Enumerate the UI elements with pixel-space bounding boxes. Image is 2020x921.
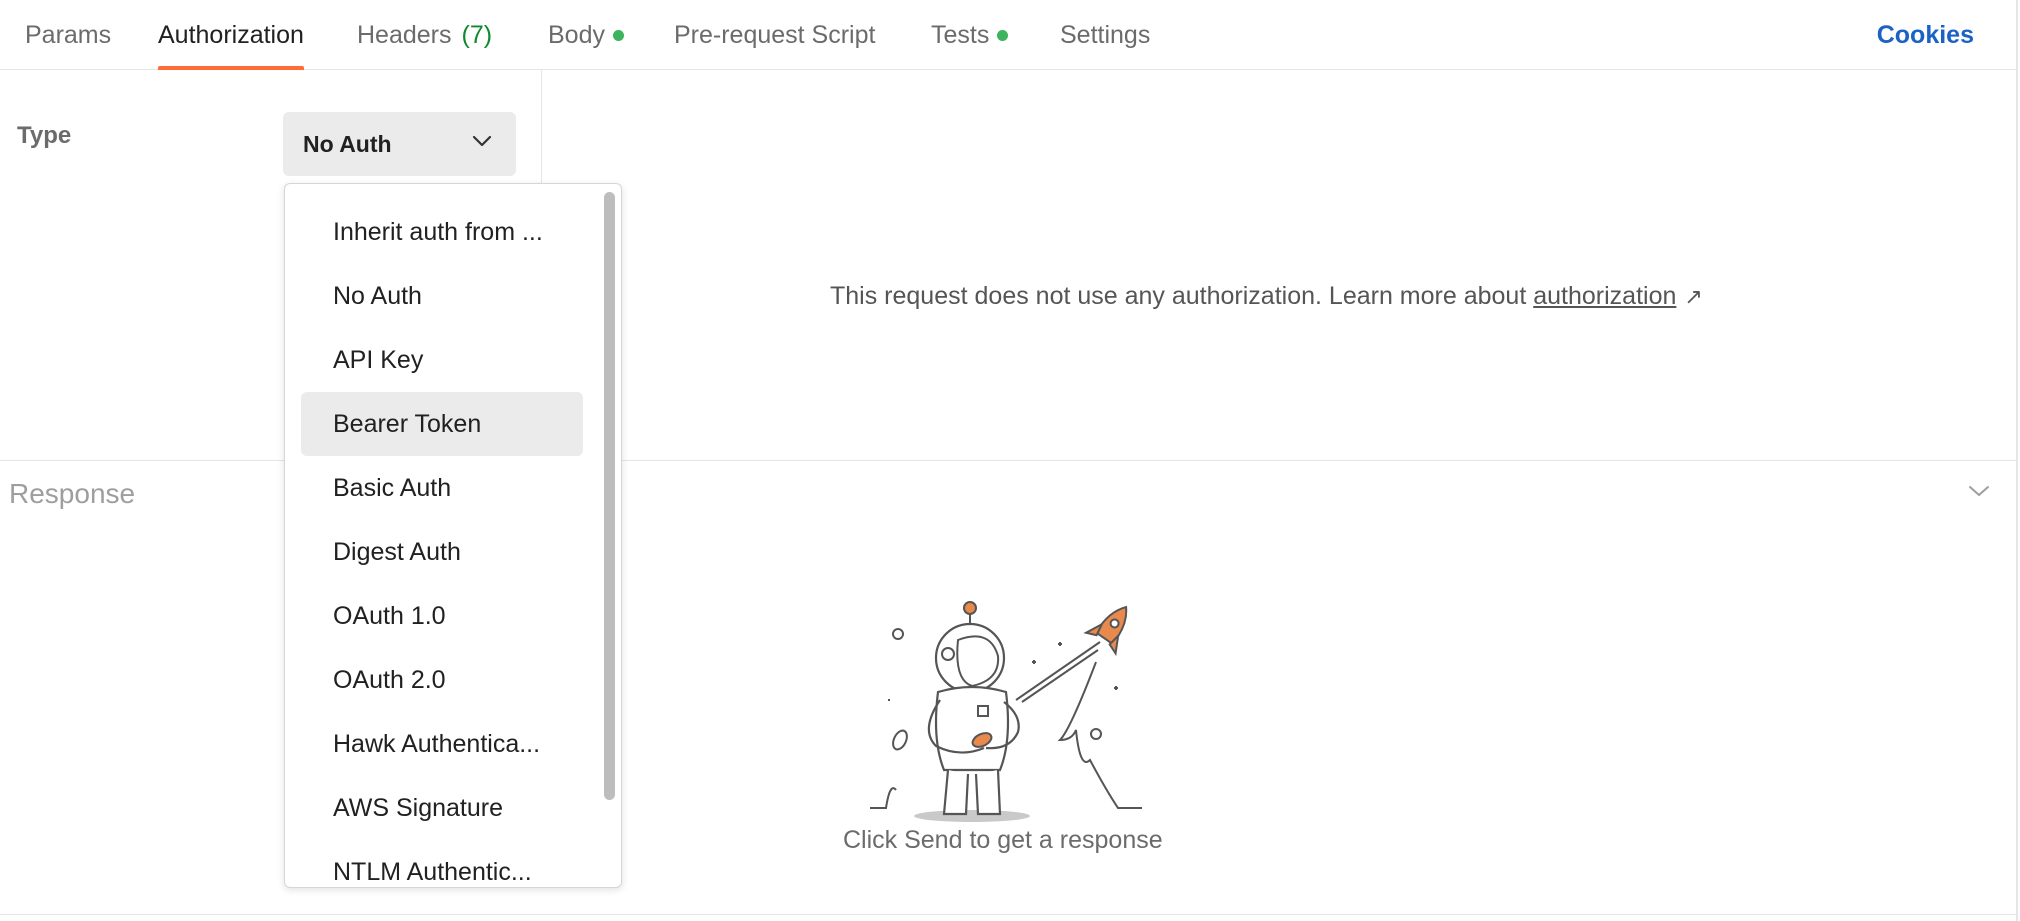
tab-tests[interactable]: Tests bbox=[931, 0, 1009, 70]
tab-label: Body bbox=[548, 20, 605, 49]
tab-authorization[interactable]: Authorization bbox=[158, 0, 304, 70]
response-empty-message: Click Send to get a response bbox=[843, 826, 1163, 854]
external-arrow-icon: ↗ bbox=[1684, 284, 1703, 309]
auth-type-option[interactable]: OAuth 1.0 bbox=[301, 584, 583, 648]
astronaut-rocket-illustration bbox=[870, 601, 1142, 822]
tab-label: Headers bbox=[357, 20, 452, 49]
auth-type-option[interactable]: NTLM Authentic... bbox=[301, 840, 583, 887]
auth-type-option[interactable]: Bearer Token bbox=[301, 392, 583, 456]
tab-pre-request-script[interactable]: Pre-request Script bbox=[674, 0, 875, 70]
auth-type-options-list: Inherit auth from ... No Auth API Key Beare… bbox=[301, 200, 583, 887]
dropdown-scrollbar[interactable] bbox=[604, 192, 615, 800]
auth-type-label: Type bbox=[17, 122, 72, 149]
modified-dot-icon bbox=[997, 29, 1009, 41]
response-heading: Response bbox=[9, 478, 136, 509]
authorization-docs-link[interactable]: authorization bbox=[1533, 282, 1676, 310]
tab-label: Pre-request Script bbox=[674, 20, 876, 49]
tab-settings[interactable]: Settings bbox=[1060, 0, 1150, 70]
auth-type-dropdown-menu: Inherit auth from ... No Auth API Key Beare… bbox=[284, 183, 622, 888]
tab-label: Settings bbox=[1060, 20, 1151, 49]
auth-type-option[interactable]: Hawk Authentica... bbox=[301, 712, 583, 776]
auth-type-option[interactable]: Inherit auth from ... bbox=[301, 200, 583, 264]
headers-count: (7) bbox=[461, 20, 493, 49]
auth-info-text: This request does not use any authorizat… bbox=[830, 282, 1527, 310]
tab-params[interactable]: Params bbox=[25, 0, 111, 70]
tab-label: Authorization bbox=[158, 20, 304, 49]
auth-type-value: No Auth bbox=[303, 130, 392, 157]
auth-type-option[interactable]: OAuth 2.0 bbox=[301, 648, 583, 712]
panel-bottom-border bbox=[0, 914, 2016, 915]
auth-type-option[interactable]: AWS Signature bbox=[301, 776, 583, 840]
tab-label: Tests bbox=[931, 20, 990, 49]
auth-type-option[interactable]: Digest Auth bbox=[301, 520, 583, 584]
cookies-link[interactable]: Cookies bbox=[1877, 0, 1974, 70]
response-collapse-chevron-icon[interactable] bbox=[1968, 484, 1990, 498]
auth-info-message: This request does not use any authorizat… bbox=[830, 282, 1703, 311]
auth-type-option[interactable]: API Key bbox=[301, 328, 583, 392]
tab-body[interactable]: Body bbox=[548, 0, 624, 70]
tab-headers[interactable]: Headers (7) bbox=[357, 0, 492, 70]
chevron-down-icon bbox=[472, 135, 492, 147]
tab-label: Params bbox=[25, 20, 112, 49]
request-tab-bar: Params Authorization Headers (7) Body Pr… bbox=[0, 0, 2016, 70]
auth-type-option[interactable]: Basic Auth bbox=[301, 456, 583, 520]
modified-dot-icon bbox=[612, 29, 624, 41]
panel-right-border bbox=[2016, 0, 2018, 921]
auth-type-select[interactable]: No Auth bbox=[283, 112, 516, 176]
auth-type-option[interactable]: No Auth bbox=[301, 264, 583, 328]
